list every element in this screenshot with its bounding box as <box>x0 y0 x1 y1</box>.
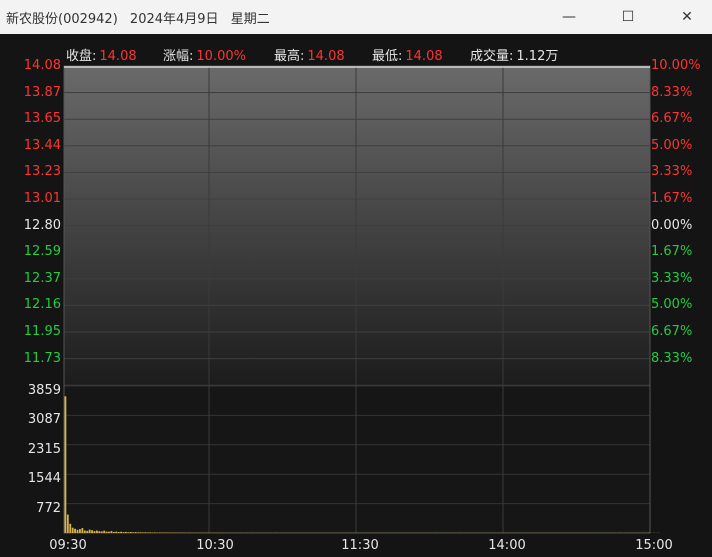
price-tick-label: 14.08 <box>23 58 61 73</box>
volume-bar <box>74 528 77 533</box>
percent-tick-label: 6.67% <box>651 324 693 339</box>
volume-bar <box>64 396 67 533</box>
percent-tick-label: 3.33% <box>651 164 693 180</box>
time-tick-label: 11:30 <box>341 538 379 553</box>
time-tick-label: 10:30 <box>196 538 234 553</box>
volume-panel-background <box>64 386 650 533</box>
volume-bar <box>120 531 123 533</box>
price-tick-label: 13.87 <box>23 84 61 100</box>
percent-tick-label: 0.00% <box>651 217 693 233</box>
volume-bar <box>158 532 161 533</box>
volume-tick-label: 772 <box>36 500 61 516</box>
volume-bar <box>134 532 137 533</box>
intraday-chart[interactable] <box>0 0 712 557</box>
percent-tick-label: 3.33% <box>651 270 693 286</box>
price-tick-label: 12.80 <box>23 217 61 233</box>
volume-bar <box>81 528 84 533</box>
price-tick-label: 13.65 <box>23 111 61 127</box>
percent-tick-label: 8.33% <box>651 350 693 366</box>
volume-bar <box>88 529 91 533</box>
volume-bar <box>137 532 139 533</box>
volume-bar <box>105 531 108 533</box>
volume-bar <box>91 530 93 533</box>
percent-tick-label: 10.00% <box>651 58 701 73</box>
volume-bar <box>129 532 132 533</box>
volume-bar <box>154 532 156 533</box>
time-tick-label: 09:30 <box>49 538 87 553</box>
percent-tick-label: 8.33% <box>651 84 693 100</box>
volume-bar <box>108 531 110 533</box>
volume-tick-label: 3087 <box>27 412 61 428</box>
price-tick-label: 13.44 <box>23 137 61 153</box>
price-tick-label: 13.23 <box>23 164 61 180</box>
volume-tick-label: 1544 <box>27 471 61 487</box>
volume-bar <box>149 532 152 533</box>
volume-bar <box>112 531 115 533</box>
price-tick-label: 12.16 <box>23 297 61 313</box>
volume-bar <box>98 531 101 533</box>
price-tick-label: 11.95 <box>23 324 61 339</box>
volume-bar <box>93 531 96 533</box>
percent-tick-label: 5.00% <box>651 297 693 313</box>
volume-tick-label: 2315 <box>27 441 61 457</box>
volume-bar <box>127 532 130 533</box>
volume-bar <box>125 531 127 533</box>
volume-bar <box>146 532 149 533</box>
volume-bar <box>139 532 142 533</box>
price-tick-label: 13.01 <box>23 191 61 206</box>
price-tick-label: 11.73 <box>23 350 61 366</box>
time-tick-label: 15:00 <box>635 538 673 553</box>
percent-tick-label: 1.67% <box>651 191 693 206</box>
volume-bar <box>76 529 79 533</box>
percent-tick-label: 5.00% <box>651 137 693 153</box>
volume-bar <box>79 529 81 533</box>
chart-window: 新农股份(002942) 2024年4月9日 星期二 — ☐ ✕ 收盘: 14.0… <box>0 0 712 557</box>
volume-bar <box>122 532 125 533</box>
volume-bar <box>100 531 103 533</box>
volume-bar <box>110 531 113 533</box>
volume-bar <box>103 530 106 533</box>
price-tick-label: 12.59 <box>23 244 61 260</box>
volume-bar <box>117 532 120 533</box>
volume-bar <box>69 523 72 533</box>
volume-bar <box>86 530 89 533</box>
volume-bar <box>71 527 74 533</box>
volume-bar <box>144 532 147 533</box>
time-tick-label: 14:00 <box>488 538 526 553</box>
percent-tick-label: 6.67% <box>651 111 693 127</box>
price-tick-label: 12.37 <box>23 270 61 286</box>
volume-bar <box>95 530 98 533</box>
volume-bar <box>141 532 144 533</box>
volume-tick-label: 3859 <box>27 383 61 398</box>
volume-bar <box>66 514 69 533</box>
volume-bar <box>83 530 86 533</box>
percent-tick-label: 1.67% <box>651 244 693 260</box>
volume-bar <box>115 531 118 533</box>
volume-bar <box>132 532 135 533</box>
